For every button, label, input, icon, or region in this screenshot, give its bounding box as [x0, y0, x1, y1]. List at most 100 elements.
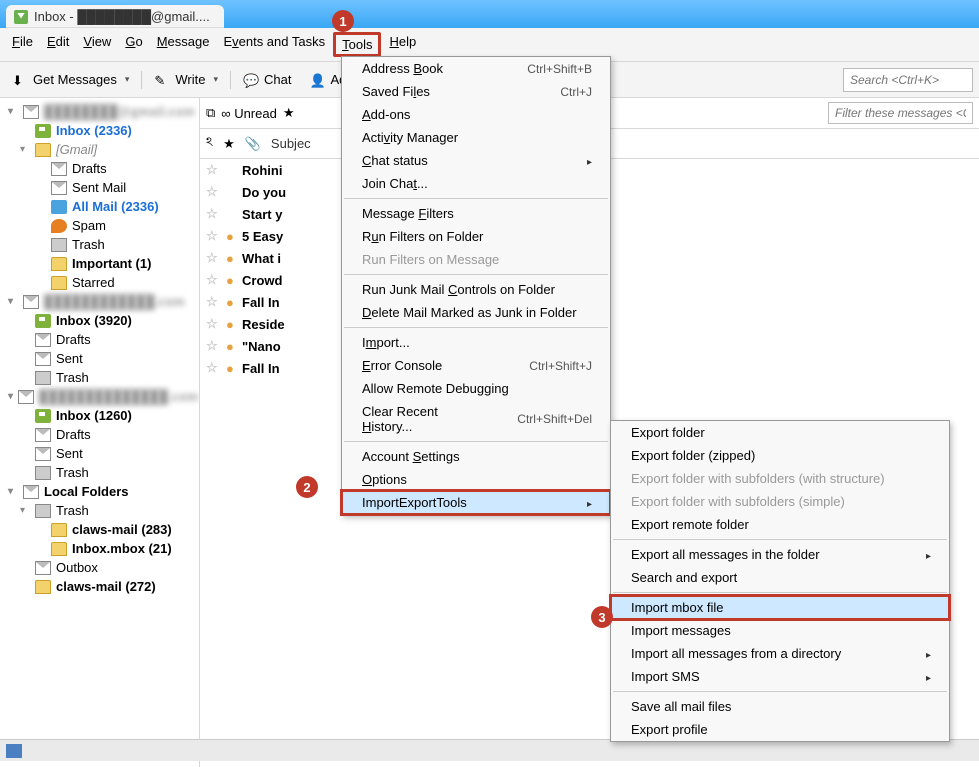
folder-item[interactable]: Trash [0, 463, 199, 482]
account-header[interactable]: ▾Local Folders [0, 482, 199, 501]
qf-unread[interactable]: ∞ Unread [221, 106, 277, 121]
star-icon[interactable]: ☆ [206, 338, 220, 354]
menu-message[interactable]: Message [151, 32, 216, 57]
menu-item[interactable]: Options [342, 468, 610, 491]
menu-view[interactable]: View [77, 32, 117, 57]
message-filter[interactable] [828, 102, 973, 124]
menu-item[interactable]: Join Chat... [342, 172, 610, 195]
status-icon[interactable] [6, 744, 22, 758]
col-thread-icon[interactable]: ঽ [206, 133, 213, 154]
folder-icon [35, 409, 51, 423]
menu-item[interactable]: Import messages [611, 619, 949, 642]
menu-item[interactable]: Chat status [342, 149, 610, 172]
menu-events-tasks[interactable]: Events and Tasks [217, 32, 331, 57]
folder-item[interactable]: Starred [0, 273, 199, 292]
folder-item[interactable]: Drafts [0, 425, 199, 444]
star-icon[interactable]: ☆ [206, 316, 220, 332]
menu-item[interactable]: Export profile [611, 718, 949, 741]
filter-input[interactable] [828, 102, 973, 124]
write-label: Write [175, 72, 205, 87]
folder-icon [35, 352, 51, 366]
chat-button[interactable]: 💬 Chat [237, 69, 297, 90]
menu-item[interactable]: Import mbox file [611, 596, 949, 619]
menu-separator [613, 592, 947, 593]
star-icon[interactable]: ☆ [206, 250, 220, 266]
menu-item[interactable]: Saved FilesCtrl+J [342, 80, 610, 103]
folder-item[interactable]: All Mail (2336) [0, 197, 199, 216]
col-attach-icon[interactable]: 📎 [245, 136, 261, 152]
menu-item[interactable]: Activity Manager [342, 126, 610, 149]
star-icon[interactable]: ☆ [206, 206, 220, 222]
star-icon[interactable]: ☆ [206, 272, 220, 288]
folder-item[interactable]: ▾Trash [0, 501, 199, 520]
folder-item[interactable]: Sent Mail [0, 178, 199, 197]
menu-item[interactable]: Allow Remote Debugging [342, 377, 610, 400]
separator [141, 71, 142, 89]
folder-item[interactable]: Outbox [0, 558, 199, 577]
qf-starred[interactable]: ★ [283, 105, 295, 121]
folder-item[interactable]: Inbox.mbox (21) [0, 539, 199, 558]
menu-tools[interactable]: Tools [333, 32, 381, 57]
menu-item[interactable]: Run Filters on Folder [342, 225, 610, 248]
folder-item[interactable]: Inbox (1260) [0, 406, 199, 425]
menu-item[interactable]: Delete Mail Marked as Junk in Folder [342, 301, 610, 324]
menu-item[interactable]: Run Junk Mail Controls on Folder [342, 278, 610, 301]
menu-item[interactable]: Message Filters [342, 202, 610, 225]
folder-item[interactable]: Drafts [0, 159, 199, 178]
star-icon[interactable]: ☆ [206, 228, 220, 244]
folder-item[interactable]: ▾[Gmail] [0, 140, 199, 159]
star-icon[interactable]: ☆ [206, 360, 220, 376]
menu-item[interactable]: Clear Recent History...Ctrl+Shift+Del [342, 400, 610, 438]
menu-item[interactable]: Add-ons [342, 103, 610, 126]
menu-item: Export folder with subfolders (simple) [611, 490, 949, 513]
folder-item[interactable]: Spam [0, 216, 199, 235]
menu-help[interactable]: Help [383, 32, 422, 57]
global-search[interactable] [843, 68, 973, 92]
menu-item[interactable]: Import all messages from a directory [611, 642, 949, 665]
star-icon[interactable]: ☆ [206, 294, 220, 310]
folder-icon [51, 542, 67, 556]
folder-item[interactable]: Trash [0, 368, 199, 387]
menu-item[interactable]: ImportExportTools [342, 491, 610, 514]
folder-item[interactable]: Inbox (2336) [0, 121, 199, 140]
app-tab[interactable]: Inbox - ████████@gmail.... [6, 5, 224, 28]
menu-item[interactable]: Save all mail files [611, 695, 949, 718]
menu-file[interactable]: File [6, 32, 39, 57]
folder-item[interactable]: Drafts [0, 330, 199, 349]
menu-item[interactable]: Export folder (zipped) [611, 444, 949, 467]
account-header[interactable]: ▾██████████████.com [0, 387, 199, 406]
qf-toggle-icon[interactable]: ⧉ [206, 105, 215, 121]
account-header[interactable]: ▾████████@gmail.com [0, 102, 199, 121]
folder-icon [35, 504, 51, 518]
menu-item[interactable]: Export all messages in the folder [611, 543, 949, 566]
menu-item[interactable]: Search and export [611, 566, 949, 589]
folder-icon [51, 523, 67, 537]
menu-item[interactable]: Import SMS [611, 665, 949, 688]
write-button[interactable]: ✎ Write [148, 69, 224, 90]
get-messages-button[interactable]: ⬇ Get Messages [6, 69, 135, 90]
folder-item[interactable]: claws-mail (283) [0, 520, 199, 539]
folder-item[interactable]: Trash [0, 235, 199, 254]
folder-icon [51, 238, 67, 252]
folder-item[interactable]: Important (1) [0, 254, 199, 273]
menu-item[interactable]: Export folder [611, 421, 949, 444]
menu-item[interactable]: Account Settings [342, 445, 610, 468]
menu-go[interactable]: Go [119, 32, 148, 57]
account-header[interactable]: ▾████████████.com [0, 292, 199, 311]
folder-item[interactable]: Inbox (3920) [0, 311, 199, 330]
menu-item[interactable]: Import... [342, 331, 610, 354]
folder-icon [35, 143, 51, 157]
folder-item[interactable]: Sent [0, 349, 199, 368]
star-icon[interactable]: ☆ [206, 162, 220, 178]
menu-edit[interactable]: Edit [41, 32, 75, 57]
menu-separator [613, 539, 947, 540]
menu-item[interactable]: Export remote folder [611, 513, 949, 536]
folder-item[interactable]: Sent [0, 444, 199, 463]
star-icon[interactable]: ☆ [206, 184, 220, 200]
menu-item[interactable]: Error ConsoleCtrl+Shift+J [342, 354, 610, 377]
menu-item[interactable]: Address BookCtrl+Shift+B [342, 57, 610, 80]
col-star-icon[interactable]: ★ [223, 136, 235, 152]
search-input[interactable] [843, 68, 973, 92]
col-subject[interactable]: Subjec [271, 136, 311, 151]
folder-item[interactable]: claws-mail (272) [0, 577, 199, 596]
